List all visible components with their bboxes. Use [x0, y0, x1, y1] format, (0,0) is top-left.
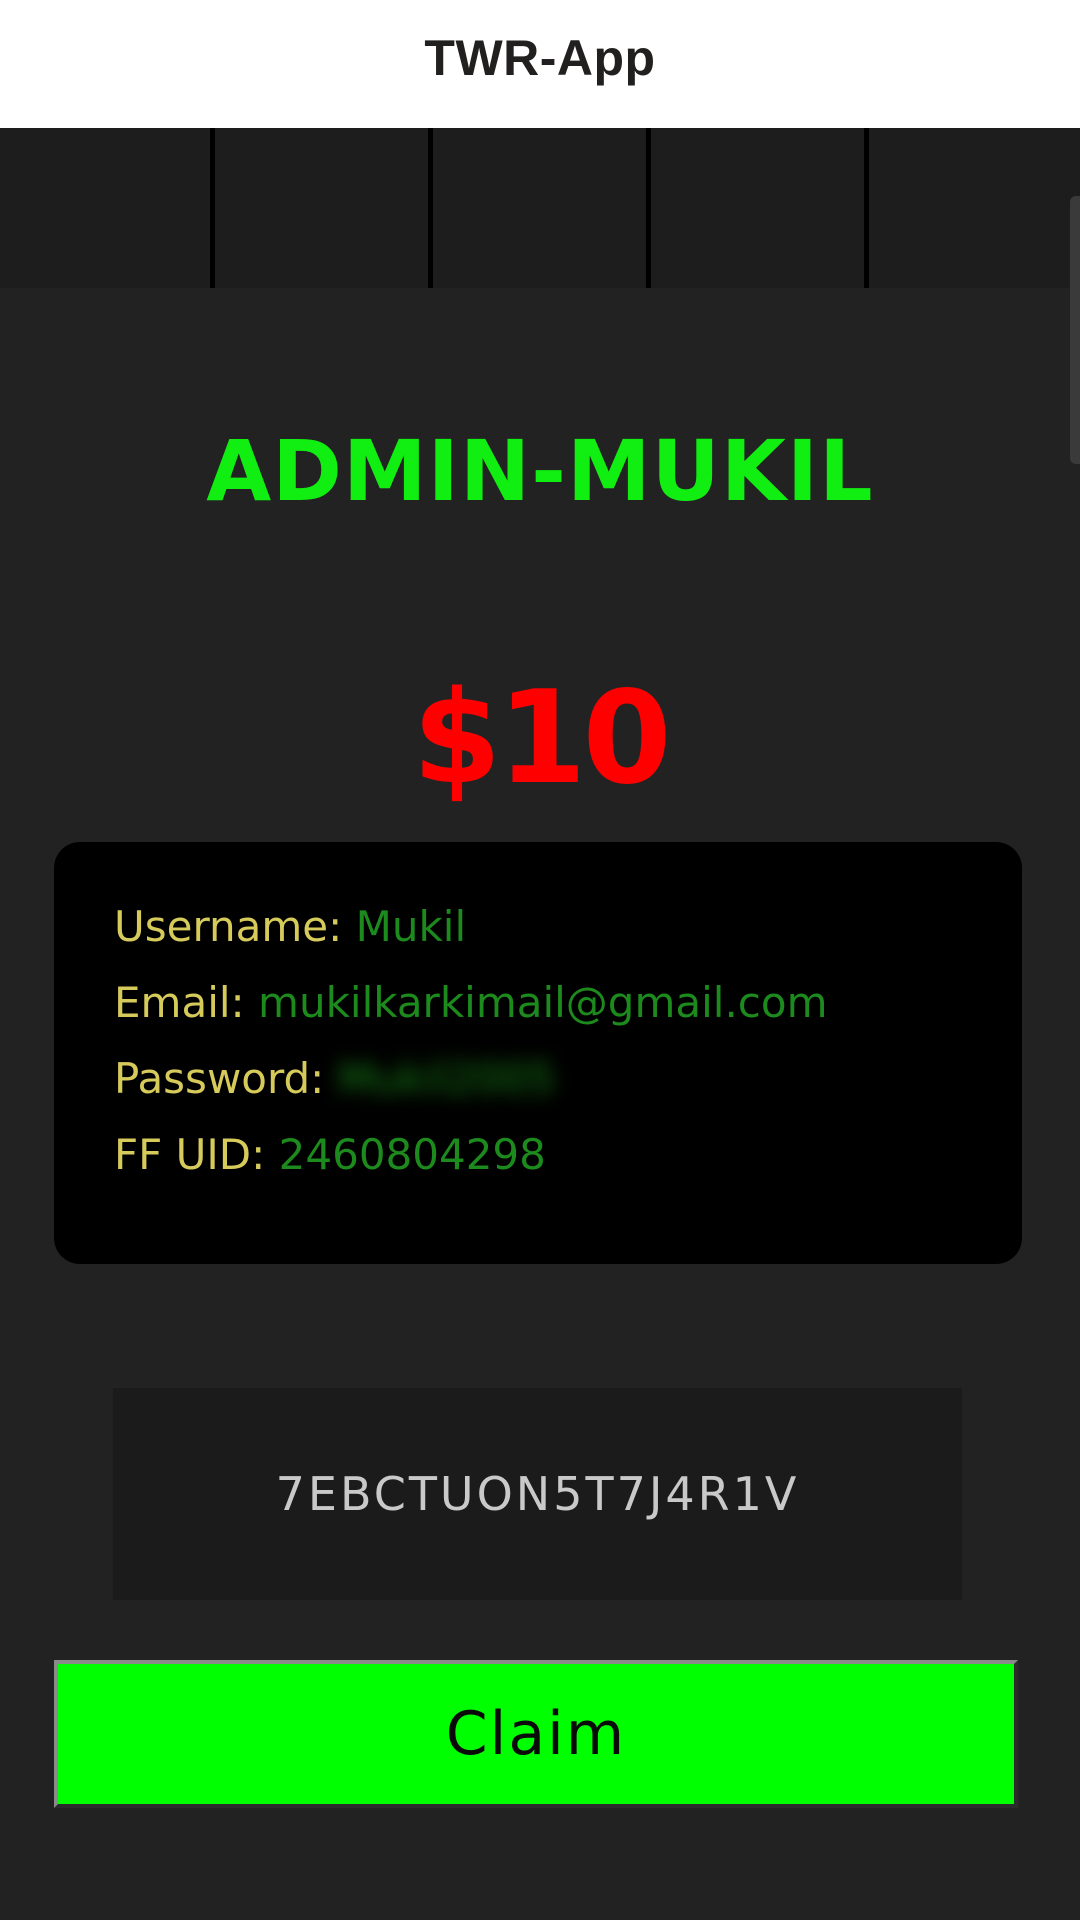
tab-5[interactable]	[869, 128, 1080, 288]
password-row: Password: Mukil2005	[114, 1054, 555, 1103]
username-label: Username:	[114, 902, 343, 951]
admin-name: ADMIN-MUKIL	[206, 422, 874, 520]
ffuid-value: 2460804298	[278, 1130, 546, 1179]
claim-button-label: Claim	[445, 1699, 627, 1769]
email-label: Email:	[114, 978, 245, 1027]
main-content: ADMIN-MUKIL $10 Username: Mukil Email: m…	[0, 288, 1080, 1920]
scrollbar[interactable]	[1070, 196, 1080, 464]
price-label: $10	[412, 664, 671, 813]
account-info-card: Username: Mukil Email: mukilkarkimail@gm…	[54, 842, 1022, 1264]
password-value: Mukil2005	[337, 1054, 556, 1103]
claim-button[interactable]: Claim	[54, 1660, 1018, 1808]
app-header: TWR-App	[0, 0, 1080, 128]
username-value: Mukil	[355, 902, 467, 951]
email-value: mukilkarkimail@gmail.com	[258, 978, 828, 1027]
password-label: Password:	[114, 1054, 325, 1103]
tab-3[interactable]	[433, 128, 646, 288]
tab-2[interactable]	[215, 128, 428, 288]
redeem-code: 7EBCTUON5T7J4R1V	[275, 1467, 800, 1521]
username-row: Username: Mukil	[114, 902, 466, 951]
ffuid-row: FF UID: 2460804298	[114, 1130, 546, 1179]
ffuid-label: FF UID:	[114, 1130, 266, 1179]
tab-4[interactable]	[651, 128, 864, 288]
email-row: Email: mukilkarkimail@gmail.com	[114, 978, 828, 1027]
tab-strip	[0, 128, 1080, 288]
redeem-code-box[interactable]: 7EBCTUON5T7J4R1V	[113, 1388, 962, 1600]
tab-1[interactable]	[0, 128, 210, 288]
app-title: TWR-App	[424, 30, 656, 86]
